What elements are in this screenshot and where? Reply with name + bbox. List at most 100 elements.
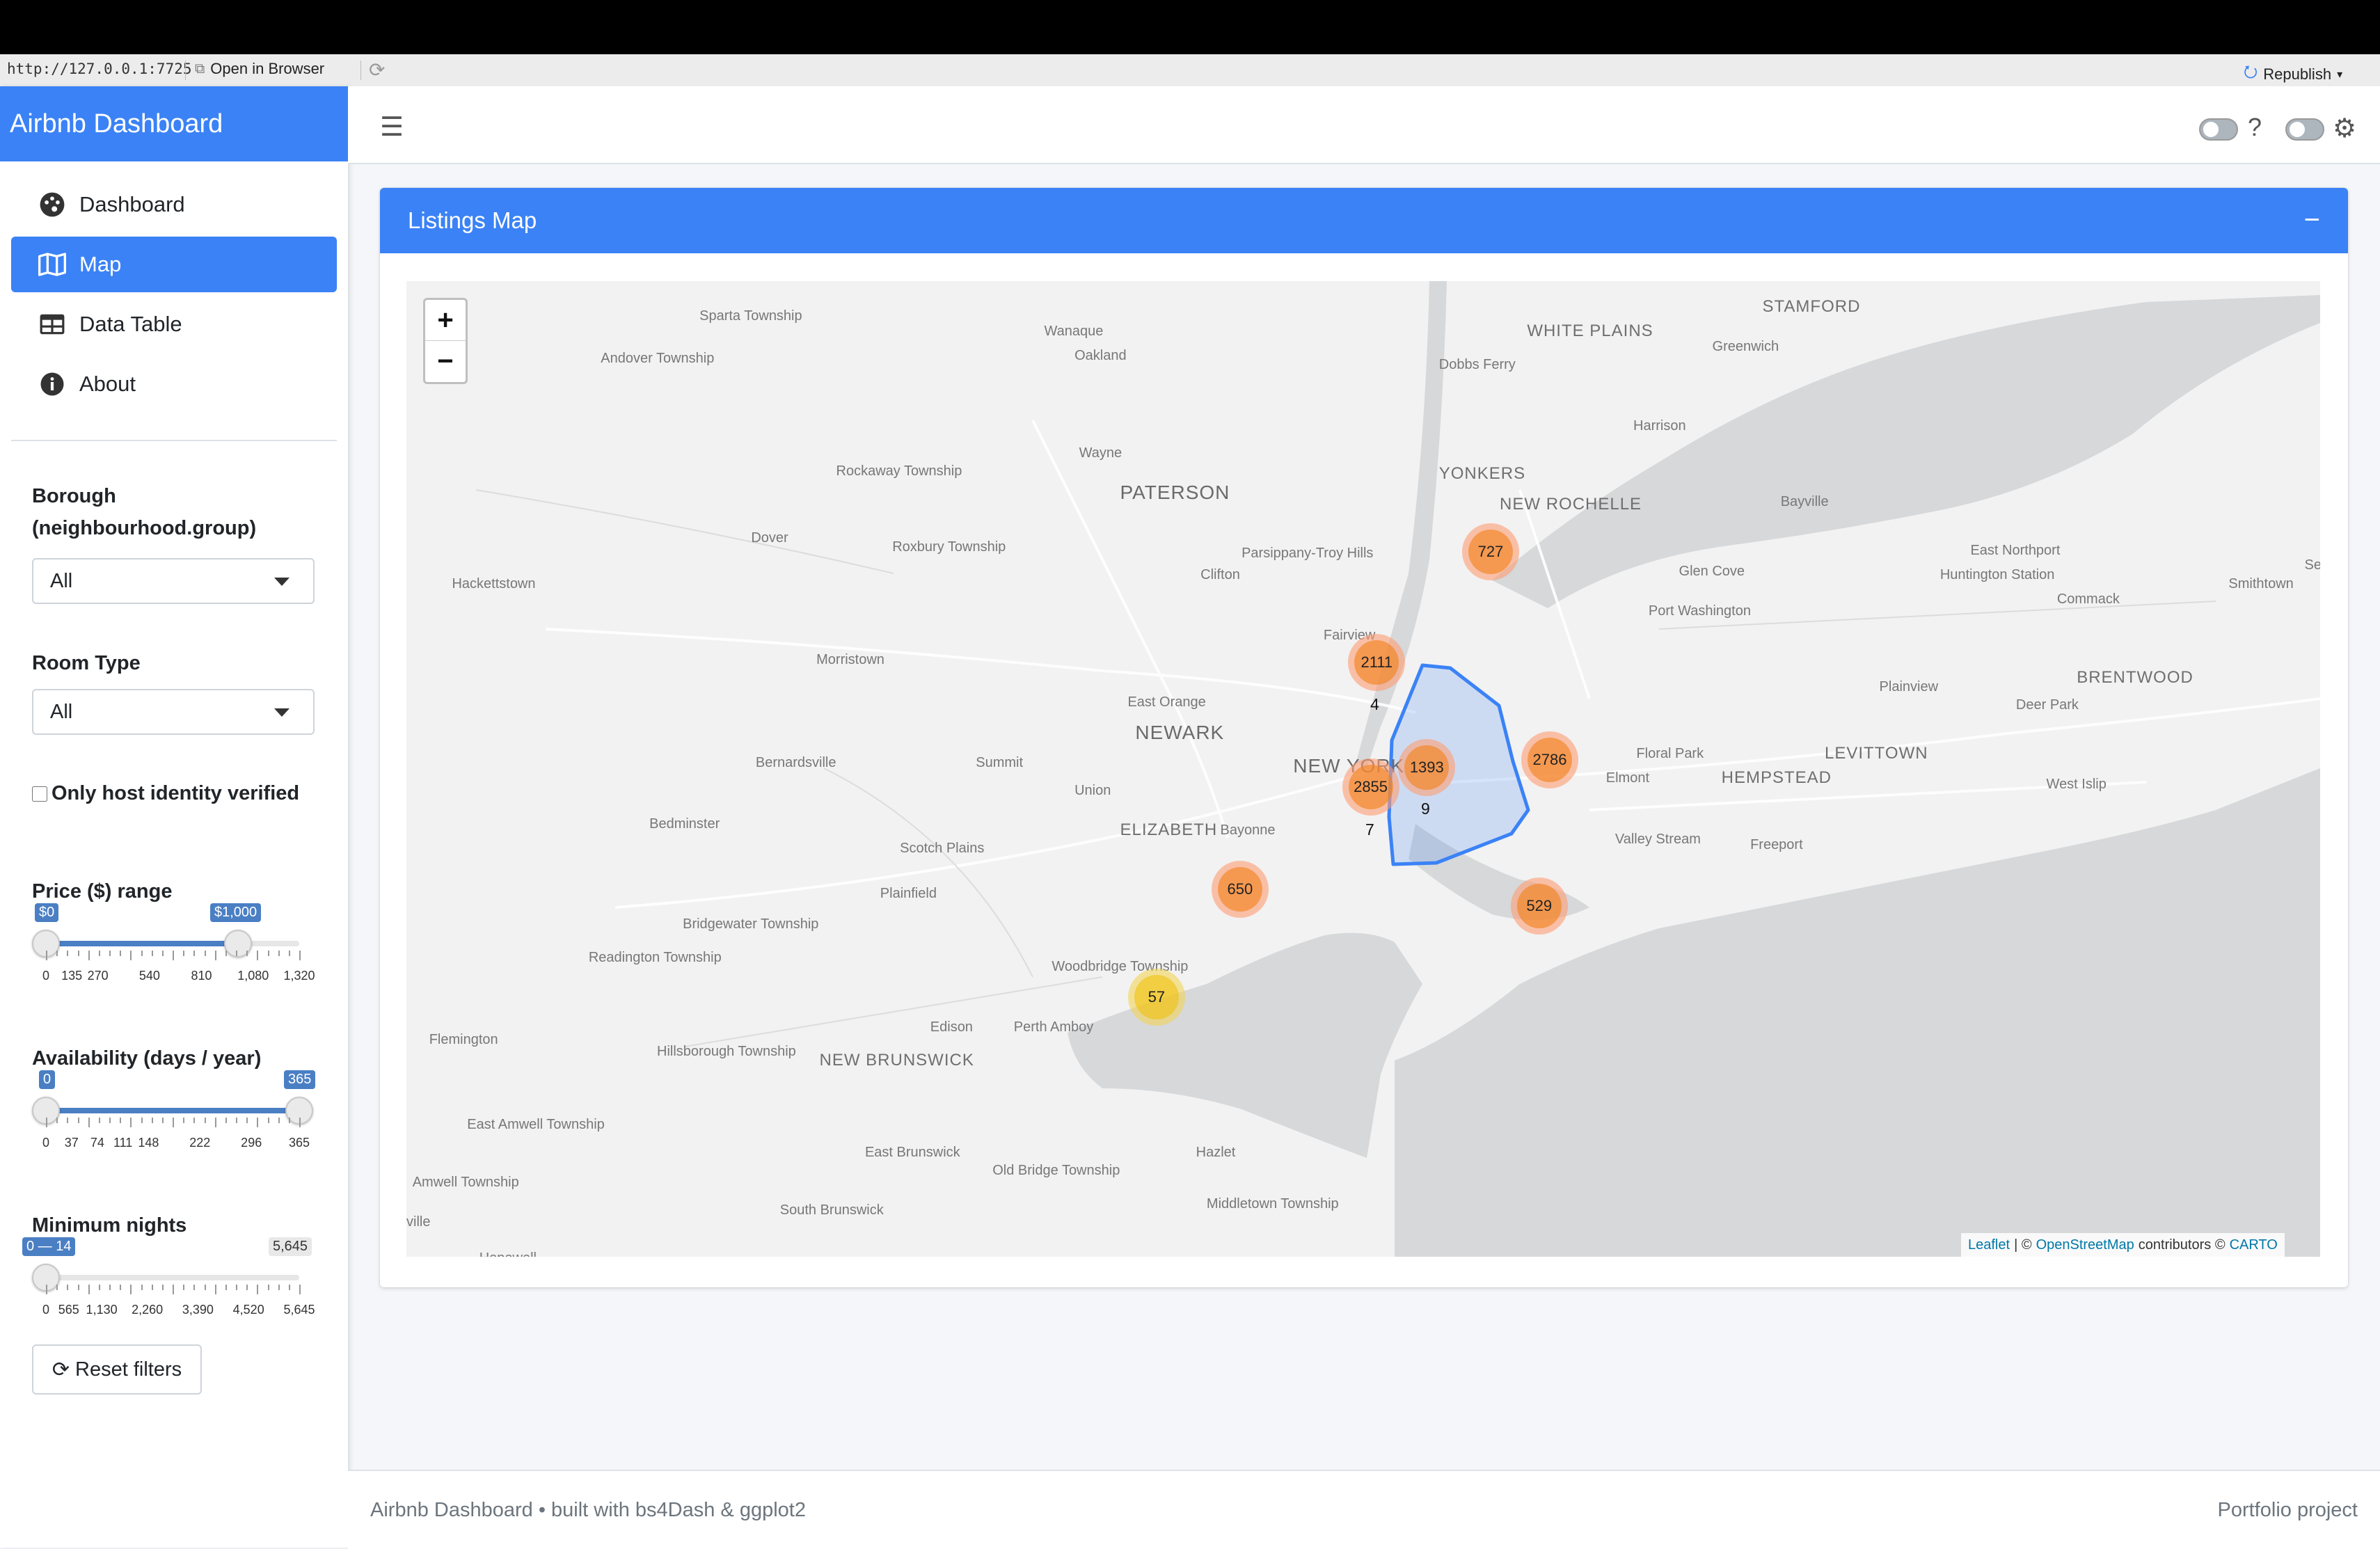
caret-down-icon <box>274 578 289 586</box>
slider-track[interactable] <box>46 1275 299 1280</box>
cluster-marker[interactable]: 2855 <box>1342 758 1399 816</box>
slider-tick <box>193 1118 196 1123</box>
slider-tick <box>46 951 47 960</box>
slider-tick-label: 565 <box>58 1303 79 1317</box>
zoom-out-button[interactable]: − <box>425 341 466 381</box>
slider-tick <box>257 951 259 960</box>
sidebar-item-label: Map <box>79 252 122 276</box>
place-label: Huntington Station <box>1939 566 2055 582</box>
place-label: Union <box>1074 782 1111 798</box>
viewer-url: http://127.0.0.1:7725 <box>7 61 192 77</box>
place-label: Scotch Plains <box>900 840 985 856</box>
chevron-down-icon: ▾ <box>2337 68 2343 81</box>
caret-down-icon <box>274 708 289 717</box>
cluster-marker[interactable]: 650 <box>1211 860 1269 918</box>
slider-tick <box>288 1285 290 1290</box>
slider-tick <box>257 1285 259 1294</box>
slider-ticks: 0 565 1,130 2,260 3,390 4,520 5,645 <box>42 1285 315 1317</box>
slider-tick <box>214 1285 216 1294</box>
place-label: HEMPSTEAD <box>1721 768 1832 788</box>
republish-button[interactable]: ⭮ Republish ▾ <box>2244 60 2342 88</box>
slider-tick <box>56 1118 58 1123</box>
leaflet-link[interactable]: Leaflet <box>1968 1237 2010 1253</box>
palette-icon <box>38 190 67 219</box>
room-type-label: Room Type <box>32 652 141 674</box>
minimum-nights-slider[interactable]: 0 — 14 5,645 0 565 1,130 2,260 3,390 4,520 5,6… <box>22 1236 315 1347</box>
republish-label: Republish <box>2263 65 2332 83</box>
room-type-select[interactable]: All <box>32 689 315 735</box>
slider-tick <box>151 1118 153 1123</box>
place-label: NEWARK <box>1135 721 1225 743</box>
sidebar-item-data-table[interactable]: Data Table <box>11 296 337 352</box>
place-label: Perth Amboy <box>1013 1019 1094 1035</box>
min-nights-range-tooltip: 0 — 14 <box>22 1237 76 1256</box>
dark-mode-toggle[interactable] <box>2285 118 2324 141</box>
slider-tick <box>246 951 248 956</box>
slider-tick-label: 0 <box>42 1136 50 1150</box>
borough-select[interactable]: All <box>32 558 315 604</box>
marker-count[interactable]: 4 <box>1370 695 1379 714</box>
cluster-marker[interactable]: 1393 <box>1398 738 1456 796</box>
sidebar-item-dashboard[interactable]: Dashboard <box>11 177 337 232</box>
slider-tick-label: 1,080 <box>237 969 269 983</box>
place-label: Summit <box>976 755 1024 771</box>
slider-tick-label: 135 <box>61 969 83 983</box>
leaflet-map[interactable]: Sparta Township Wanaque Oakland Andover Tow… <box>406 281 2320 1257</box>
brand-title[interactable]: Airbnb Dashboard <box>0 86 348 161</box>
slider-tick <box>151 1285 153 1290</box>
place-label: Wanaque <box>1044 324 1104 340</box>
sidebar-item-about[interactable]: About <box>11 356 337 412</box>
place-label: Plainview <box>1879 679 1939 695</box>
hamburger-menu-icon[interactable]: ☰ <box>380 111 404 143</box>
place-label: BRENTWOOD <box>2077 668 2193 688</box>
open-in-browser-label: Open in Browser <box>210 60 325 77</box>
slider-tick <box>151 951 153 956</box>
sidebar-item-map[interactable]: Map <box>11 237 337 292</box>
cluster-marker[interactable]: 57 <box>1127 968 1185 1026</box>
cluster-marker[interactable]: 2111 <box>1348 634 1406 692</box>
slider-ticks: 0 37 74 111 148 222 296 365 <box>42 1118 310 1150</box>
reset-filters-button[interactable]: ⟳ Reset filters <box>32 1344 202 1395</box>
sidebar-item-label: Data Table <box>79 312 182 336</box>
place-label: Bridgewater Township <box>683 916 819 932</box>
slider-tick <box>88 1118 90 1127</box>
slider-tick <box>98 951 100 956</box>
slider-tick-label: 3,390 <box>182 1303 214 1317</box>
carto-link[interactable]: CARTO <box>2230 1237 2278 1253</box>
cluster-count: 2111 <box>1354 640 1399 685</box>
slider-tick <box>98 1118 100 1123</box>
refresh-icon[interactable]: ⟳ <box>369 58 385 81</box>
cluster-marker[interactable]: 727 <box>1461 523 1519 580</box>
zoom-in-button[interactable]: + <box>425 300 466 340</box>
slider-tick <box>88 1285 90 1294</box>
slider-tick-label: 74 <box>90 1136 104 1150</box>
marker-count[interactable]: 7 <box>1365 820 1374 839</box>
cluster-marker[interactable]: 2786 <box>1521 731 1579 788</box>
availability-slider[interactable]: 0 365 0 37 74 111 148 222 296 365 <box>32 1069 316 1180</box>
borough-label: Borough <box>32 485 116 507</box>
collapse-button[interactable]: − <box>2304 205 2320 236</box>
place-label: PATERSON <box>1120 481 1230 503</box>
viewer-toolbar: http://127.0.0.1:7725 ⧉ Open in Browser … <box>0 54 2380 87</box>
slider-tick <box>77 1118 79 1123</box>
open-in-browser-button[interactable]: ⧉ Open in Browser <box>195 60 324 78</box>
toggle-switch-help[interactable] <box>2199 118 2238 141</box>
slider-tick <box>161 951 164 956</box>
openstreetmap-link[interactable]: OpenStreetMap <box>2036 1237 2134 1253</box>
host-verified-checkbox[interactable] <box>32 786 47 802</box>
slider-tick <box>193 951 196 956</box>
slider-tick-label: 540 <box>138 969 160 983</box>
gear-icon[interactable]: ⚙ <box>2333 113 2356 144</box>
place-label: Bernardsville <box>755 755 836 771</box>
place-label: Port Washington <box>1648 603 1751 619</box>
slider-tick-label: 1,130 <box>86 1303 118 1317</box>
cluster-marker[interactable]: 529 <box>1510 877 1568 935</box>
marker-count[interactable]: 9 <box>1421 800 1430 818</box>
price-range-slider[interactable]: $0 $1,000 0 135 270 540 810 1,080 1,320 <box>32 902 315 1013</box>
host-verified-label[interactable]: Only host identity verified <box>51 782 299 805</box>
map-icon <box>38 250 67 279</box>
slider-tick <box>56 951 58 956</box>
toolbar-divider <box>185 61 186 80</box>
help-icon[interactable]: ? <box>2248 113 2262 142</box>
slider-tick <box>77 951 79 956</box>
